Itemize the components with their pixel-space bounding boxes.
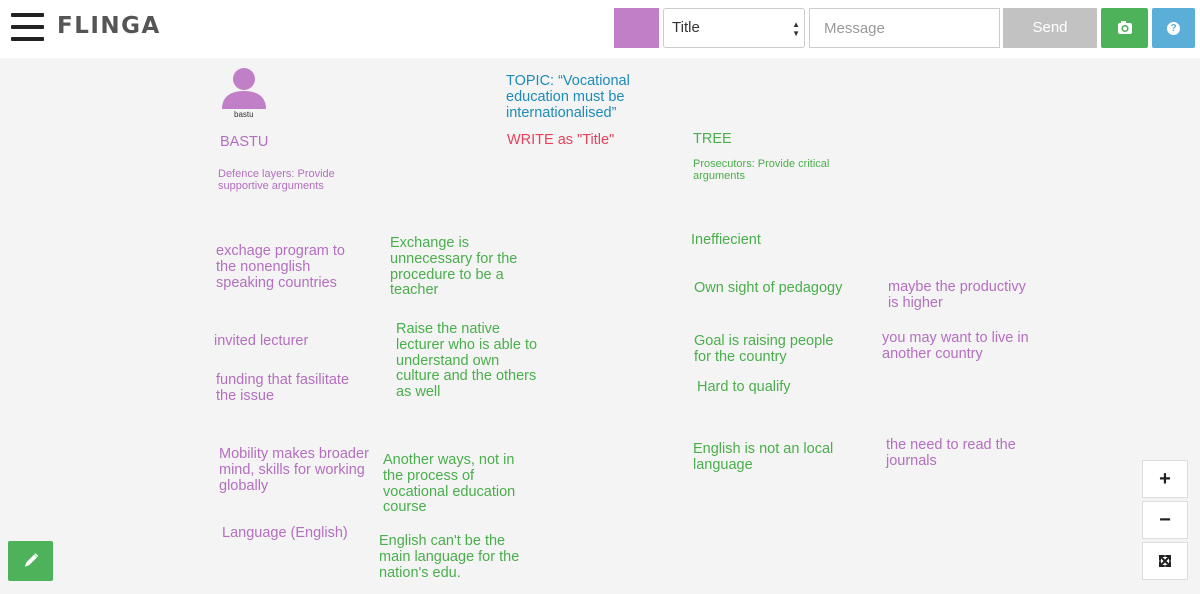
team-b-description[interactable]: Prosecutors: Provide critical arguments — [693, 158, 843, 182]
instruction-note[interactable]: WRITE as "Title" — [507, 132, 667, 149]
note-type-select[interactable]: Title ▲ ▼ — [663, 8, 805, 48]
note-card[interactable]: English can't be the main language for t… — [379, 533, 524, 581]
topic-note[interactable]: TOPIC: “Vocational education must be int… — [506, 73, 656, 121]
edit-button[interactable] — [8, 541, 53, 581]
menu-icon[interactable] — [11, 13, 44, 41]
app-logo: FLINGA — [57, 13, 161, 39]
note-card[interactable]: maybe the productivy is higher — [888, 279, 1033, 312]
help-icon: ? — [1167, 22, 1180, 35]
select-arrows-icon: ▲ ▼ — [792, 20, 800, 38]
note-card[interactable]: Exchange is unnecessary for the procedur… — [390, 235, 530, 299]
color-picker-button[interactable] — [614, 8, 659, 48]
note-card[interactable]: Own sight of pedagogy — [694, 280, 854, 297]
note-card[interactable]: Raise the native lecturer who is able to… — [396, 321, 541, 401]
team-b-title[interactable]: TREE — [693, 131, 732, 148]
note-card[interactable]: you may want to live in another country — [882, 330, 1032, 363]
note-card[interactable]: Language (English) — [222, 525, 362, 542]
fit-to-screen-button[interactable] — [1142, 542, 1188, 580]
message-input[interactable] — [809, 8, 1000, 48]
note-card[interactable]: Ineffiecient — [691, 232, 841, 249]
zoom-out-icon: − — [1159, 509, 1171, 531]
user-avatar-label: bastu — [234, 110, 254, 119]
camera-icon — [1118, 21, 1132, 34]
note-card[interactable]: invited lecturer — [214, 333, 354, 350]
note-card[interactable]: funding that fasilitate the issue — [216, 372, 361, 405]
zoom-out-button[interactable]: − — [1142, 501, 1188, 539]
send-button[interactable]: Send — [1003, 8, 1097, 48]
note-card[interactable]: exchage program to the nonenglish speaki… — [216, 243, 356, 291]
user-avatar-icon[interactable] — [219, 67, 269, 109]
note-type-select-value: Title — [672, 19, 700, 36]
note-card[interactable]: the need to read the journals — [886, 437, 1026, 470]
zoom-in-button[interactable]: + — [1142, 460, 1188, 498]
note-card[interactable]: Another ways, not in the process of voca… — [383, 452, 523, 516]
zoom-in-icon: + — [1159, 468, 1171, 490]
pencil-icon — [24, 553, 39, 567]
team-a-description[interactable]: Defence layers: Provide supportive argum… — [218, 168, 348, 192]
camera-button[interactable] — [1101, 8, 1148, 48]
team-a-title[interactable]: BASTU — [220, 134, 268, 151]
note-card[interactable]: Hard to qualify — [697, 379, 837, 396]
top-bar: FLINGA Title ▲▼ Send ? — [0, 0, 1200, 58]
note-card[interactable]: Goal is raising people for the country — [694, 333, 839, 366]
help-button[interactable]: ? — [1152, 8, 1195, 48]
note-card[interactable]: English is not an local language — [693, 441, 838, 474]
note-card[interactable]: Mobility makes broader mind, skills for … — [219, 446, 369, 494]
expand-icon — [1159, 555, 1171, 567]
